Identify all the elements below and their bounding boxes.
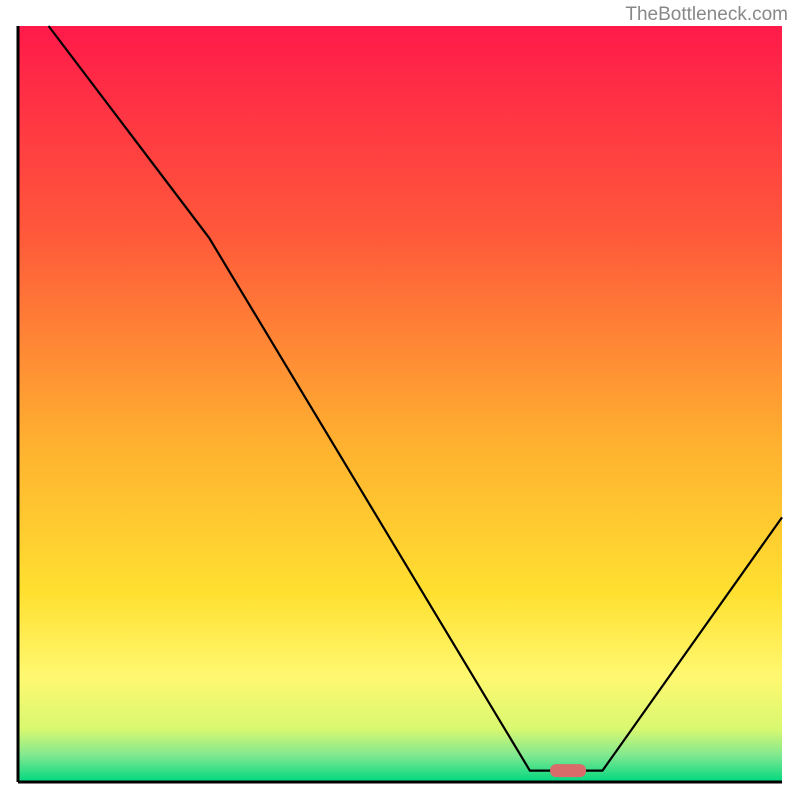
optimal-marker (550, 764, 586, 777)
watermark-text: TheBottleneck.com (625, 4, 788, 26)
plot-background (18, 26, 782, 782)
bottleneck-chart (0, 0, 800, 800)
